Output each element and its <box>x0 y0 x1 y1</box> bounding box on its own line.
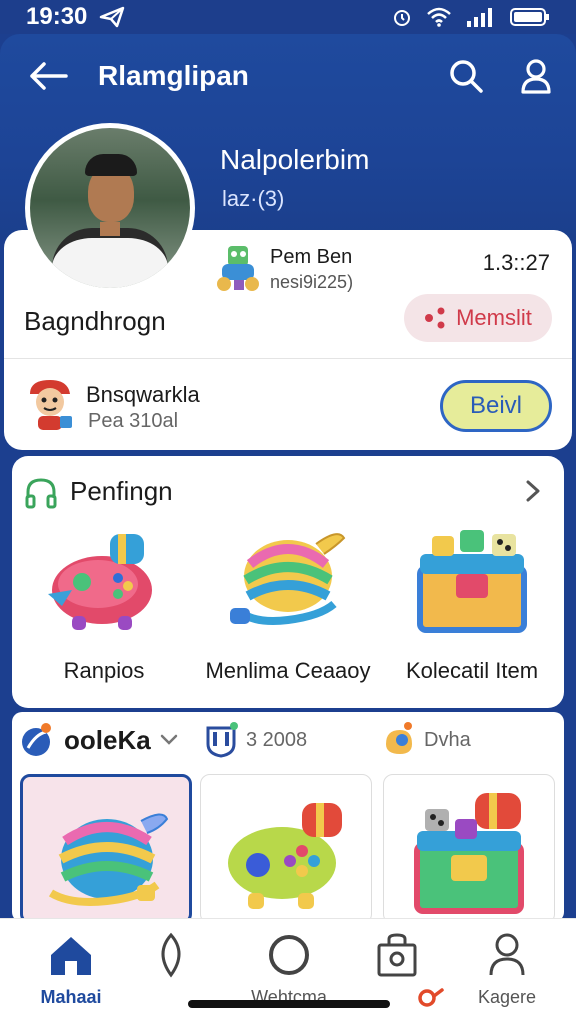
filter-option[interactable]: Dvha <box>382 722 471 758</box>
filter-option-label: 3 2008 <box>246 728 308 751</box>
grid-card-selected[interactable] <box>20 774 192 924</box>
pending-item-label: Ranpios <box>63 658 145 683</box>
search-icon <box>450 60 483 93</box>
chevron-right-icon[interactable] <box>518 474 548 508</box>
headphones-icon <box>24 476 58 510</box>
divider <box>4 358 572 359</box>
buy-button[interactable]: Beivl <box>440 380 552 432</box>
top-nav: Rlamglipan <box>0 54 576 98</box>
swirl-icon <box>416 986 444 1013</box>
pending-item[interactable]: Ranpios <box>12 518 196 698</box>
share-icon <box>425 307 445 329</box>
signal-icon <box>467 8 492 27</box>
alarm-icon <box>394 10 410 26</box>
filter-dropdown[interactable]: ooleKa <box>20 722 179 758</box>
status-time: 19:30 <box>26 3 88 30</box>
nav-home[interactable]: Mahaai <box>16 929 126 1009</box>
game-sub: nesi9i225) <box>270 272 354 292</box>
search-button[interactable] <box>446 56 486 96</box>
member-label: Memslit <box>456 305 532 330</box>
pending-section: Penfingn Ranpios Menlima Ceaaoy Kolecati… <box>12 456 564 708</box>
filter-row: ooleKa 3 2008 Dvha <box>20 718 560 768</box>
friend-sub: Pea 310al <box>88 410 179 432</box>
back-button[interactable] <box>26 56 70 96</box>
pending-items: Ranpios Menlima Ceaaoy Kolecatil Item <box>12 518 564 698</box>
controller-icon <box>228 803 342 909</box>
person-icon <box>489 933 525 976</box>
pending-title: Penfingn <box>70 476 173 506</box>
bag-icon <box>377 933 417 977</box>
game-icon <box>212 242 266 294</box>
nav-label: Mahaai <box>40 987 102 1007</box>
arrow-left-icon <box>30 62 68 90</box>
friend-avatar-icon <box>24 376 76 432</box>
status-left: 19:30 <box>26 3 125 31</box>
grid-card[interactable] <box>383 774 555 924</box>
bowl-icon <box>48 813 169 906</box>
filter-label: ooleKa <box>64 724 151 755</box>
account-button[interactable] <box>516 56 556 96</box>
pending-item[interactable]: Kolecatil Item <box>380 518 564 698</box>
wifi-icon <box>427 7 451 27</box>
battery-icon <box>510 8 549 26</box>
shield-icon <box>206 722 238 758</box>
pending-item-label: Kolecatil Item <box>405 658 539 683</box>
home-indicator[interactable] <box>188 1000 390 1008</box>
game-name: Pem Ben <box>270 246 353 268</box>
status-bar: 19:30 <box>0 0 576 34</box>
page-title: Rlamglipan <box>98 60 249 91</box>
brand-icon <box>22 723 51 756</box>
avatar-jersey <box>52 228 168 288</box>
chevron-down-icon <box>160 734 177 745</box>
avatar-neck <box>100 222 120 236</box>
bottom-nav: Mahaai Wehtcma Kagere <box>0 918 576 1024</box>
nav-label: Kagere <box>477 987 537 1007</box>
user-name: Nalpolerbim <box>220 144 370 175</box>
bowl-icon <box>226 524 350 636</box>
member-button[interactable]: Memslit <box>404 294 552 342</box>
nav-profile[interactable]: Kagere <box>452 929 562 1009</box>
pending-item-label: Menlima Ceaaoy <box>205 658 371 683</box>
game-time: 1.3::27 <box>482 250 550 275</box>
send-icon <box>100 6 125 28</box>
filter-option-label: Dvha <box>424 728 471 751</box>
person-icon <box>521 59 551 94</box>
grid-card[interactable] <box>200 774 372 924</box>
friend-name: Bnsqwarkla <box>86 382 200 407</box>
avatar-cap <box>85 154 137 176</box>
player-name: Bagndhrogn <box>24 306 166 336</box>
pending-item[interactable]: Menlima Ceaaoy <box>196 518 380 698</box>
chest-icon <box>414 793 524 914</box>
leaf-icon <box>161 932 181 978</box>
avatar-photo <box>30 128 190 288</box>
home-icon <box>51 937 91 975</box>
nav-leaf[interactable] <box>116 929 226 1009</box>
avatar[interactable] <box>25 123 195 293</box>
filter-option[interactable]: 3 2008 <box>204 722 307 758</box>
circle-icon <box>269 935 309 975</box>
status-right <box>392 6 550 28</box>
nav-circle[interactable]: Wehtcma <box>234 929 344 1009</box>
duck-icon <box>386 722 412 754</box>
controller-icon <box>42 524 166 636</box>
user-sub: laz·(3) <box>222 186 285 211</box>
chest-icon <box>410 524 534 636</box>
